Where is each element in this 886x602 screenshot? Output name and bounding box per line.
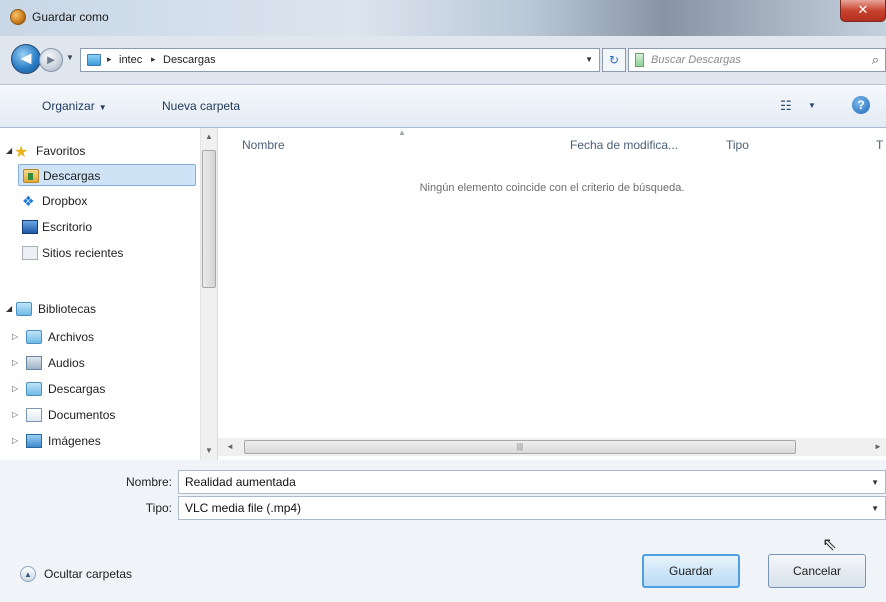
title-bar: Guardar como ✕	[0, 0, 886, 36]
navigation-pane[interactable]: ◢ ★ Favoritos Descargas ❖ Dropbox Escrit…	[0, 128, 218, 460]
star-icon: ★	[14, 144, 29, 161]
cancel-button[interactable]: Cancelar	[768, 554, 866, 588]
close-button[interactable]: ✕	[840, 0, 886, 22]
sidebar-item-descargas[interactable]: Descargas	[18, 164, 196, 186]
breadcrumb-intec[interactable]: intec	[119, 54, 142, 66]
sidebar-item-descargas-lib[interactable]: ▷ Descargas	[12, 378, 217, 400]
organize-button[interactable]: Organizar ▼	[42, 99, 107, 113]
app-icon	[10, 9, 26, 25]
expand-arrow-icon[interactable]: ▷	[12, 358, 18, 367]
folder-icon	[87, 54, 101, 66]
sidebar-item-dropbox[interactable]: ❖ Dropbox	[18, 190, 217, 212]
sidebar-item-label: Archivos	[48, 330, 95, 344]
organize-label: Organizar	[42, 99, 95, 113]
sidebar-item-sitios-recientes[interactable]: Sitios recientes	[18, 242, 217, 264]
scrollbar-thumb[interactable]: |||	[244, 440, 796, 454]
sidebar-item-label: Documentos	[48, 408, 116, 422]
navigation-bar: ◄ ► ▼ ▸ intec ▸ Descargas ▼ ↻ ⌕	[0, 36, 886, 84]
search-input[interactable]	[629, 49, 849, 71]
column-header-nombre[interactable]: Nombre	[242, 138, 285, 152]
back-button[interactable]: ◄	[11, 44, 41, 74]
chevron-down-icon[interactable]: ▼	[871, 478, 879, 487]
documents-library-icon	[26, 408, 42, 422]
sidebar-group-label: Favoritos	[36, 144, 86, 158]
sidebar-group-favoritos[interactable]: ◢ ★ Favoritos	[2, 140, 202, 162]
window-title: Guardar como	[32, 10, 109, 24]
mouse-cursor-icon: ⇖	[822, 534, 838, 554]
sidebar-item-label: Descargas	[48, 382, 106, 396]
sort-indicator-icon: ▲	[398, 128, 406, 137]
chevron-down-icon[interactable]: ▼	[808, 101, 816, 110]
file-name-field[interactable]: ▼	[178, 470, 886, 494]
column-header-fecha[interactable]: Fecha de modifica...	[570, 138, 678, 152]
sidebar-item-audios[interactable]: ▷ Audios	[12, 352, 217, 374]
scroll-down-icon[interactable]: ▼	[205, 446, 213, 455]
chevron-down-icon[interactable]: ▼	[585, 55, 593, 64]
breadcrumb-descargas[interactable]: Descargas	[163, 54, 216, 66]
scroll-up-icon[interactable]: ▲	[205, 132, 213, 141]
scrollbar-thumb[interactable]	[202, 150, 216, 288]
sidebar-item-label: Escritorio	[42, 220, 93, 234]
address-bar[interactable]: ▸ intec ▸ Descargas ▼	[80, 48, 600, 72]
sidebar-item-imagenes[interactable]: ▷ Imágenes	[12, 430, 217, 452]
chevron-up-icon[interactable]: ▲	[20, 566, 36, 582]
sidebar-item-label: Imágenes	[48, 434, 101, 448]
expand-arrow-icon[interactable]: ▷	[12, 436, 18, 445]
expand-arrow-icon[interactable]: ▷	[12, 384, 18, 393]
recent-locations-dropdown[interactable]: ▼	[66, 53, 74, 62]
expand-arrow-icon[interactable]: ▷	[12, 410, 18, 419]
forward-button[interactable]: ►	[39, 48, 63, 72]
save-button[interactable]: Guardar	[642, 554, 740, 588]
library-icon	[16, 302, 32, 316]
refresh-button[interactable]: ↻	[602, 48, 626, 72]
file-list[interactable]: Nombre ▲ Fecha de modifica... Tipo T Nin…	[218, 128, 886, 460]
sidebar-group-bibliotecas[interactable]: ◢ Bibliotecas	[2, 298, 202, 320]
hide-folders-label: Ocultar carpetas	[44, 567, 133, 581]
empty-results-message: Ningún elemento coincide con el criterio…	[419, 182, 685, 194]
desktop-icon	[22, 220, 38, 234]
scroll-right-icon[interactable]: ►	[874, 442, 882, 451]
chevron-right-icon[interactable]: ▸	[107, 54, 112, 65]
chevron-right-icon[interactable]: ▸	[151, 54, 156, 65]
sidebar-item-documentos[interactable]: ▷ Documentos	[12, 404, 217, 426]
sidebar-item-label: Audios	[48, 356, 85, 370]
library-icon	[26, 382, 42, 396]
file-type-label: Tipo:	[145, 501, 172, 515]
save-form: Nombre: ▼ Tipo: VLC media file (.mp4) ▼ …	[0, 460, 886, 602]
column-header-tipo[interactable]: Tipo	[726, 138, 749, 152]
sidebar-item-escritorio[interactable]: Escritorio	[18, 216, 217, 238]
downloads-folder-icon	[23, 169, 39, 183]
sidebar-item-label: Sitios recientes	[42, 246, 124, 260]
file-name-input[interactable]	[179, 471, 859, 493]
chevron-down-icon: ▼	[98, 103, 107, 112]
expand-arrow-icon[interactable]: ◢	[6, 146, 12, 155]
file-list-horizontal-scrollbar[interactable]: ◄ ||| ►	[218, 438, 886, 456]
sidebar-group-label: Bibliotecas	[38, 302, 97, 316]
scroll-left-icon[interactable]: ◄	[226, 442, 234, 451]
recent-places-icon	[22, 246, 38, 260]
library-icon	[635, 53, 644, 67]
expand-arrow-icon[interactable]: ◢	[6, 304, 12, 313]
expand-arrow-icon[interactable]: ▷	[12, 332, 18, 341]
file-type-value: VLC media file (.mp4)	[185, 501, 302, 515]
command-toolbar: Organizar ▼ Nueva carpeta ☷ ▼ ?	[0, 84, 886, 128]
search-box[interactable]: ⌕	[628, 48, 886, 72]
file-type-select[interactable]: VLC media file (.mp4) ▼	[178, 496, 886, 520]
chevron-down-icon[interactable]: ▼	[871, 504, 879, 513]
search-icon[interactable]: ⌕	[872, 52, 879, 68]
navigation-pane-scrollbar[interactable]: ▲ ▼	[200, 128, 217, 460]
new-folder-button[interactable]: Nueva carpeta	[162, 99, 240, 113]
sidebar-item-archivos[interactable]: ▷ Archivos	[12, 326, 217, 348]
library-icon	[26, 330, 42, 344]
music-library-icon	[26, 356, 42, 370]
pictures-library-icon	[26, 434, 42, 448]
file-name-label: Nombre:	[125, 475, 172, 489]
column-header-tamano[interactable]: T	[876, 138, 883, 152]
view-options-icon[interactable]: ☷	[780, 98, 792, 114]
dropbox-icon: ❖	[22, 193, 35, 209]
sidebar-item-label: Dropbox	[42, 194, 88, 208]
sidebar-item-label: Descargas	[43, 169, 101, 183]
help-icon[interactable]: ?	[852, 96, 870, 114]
